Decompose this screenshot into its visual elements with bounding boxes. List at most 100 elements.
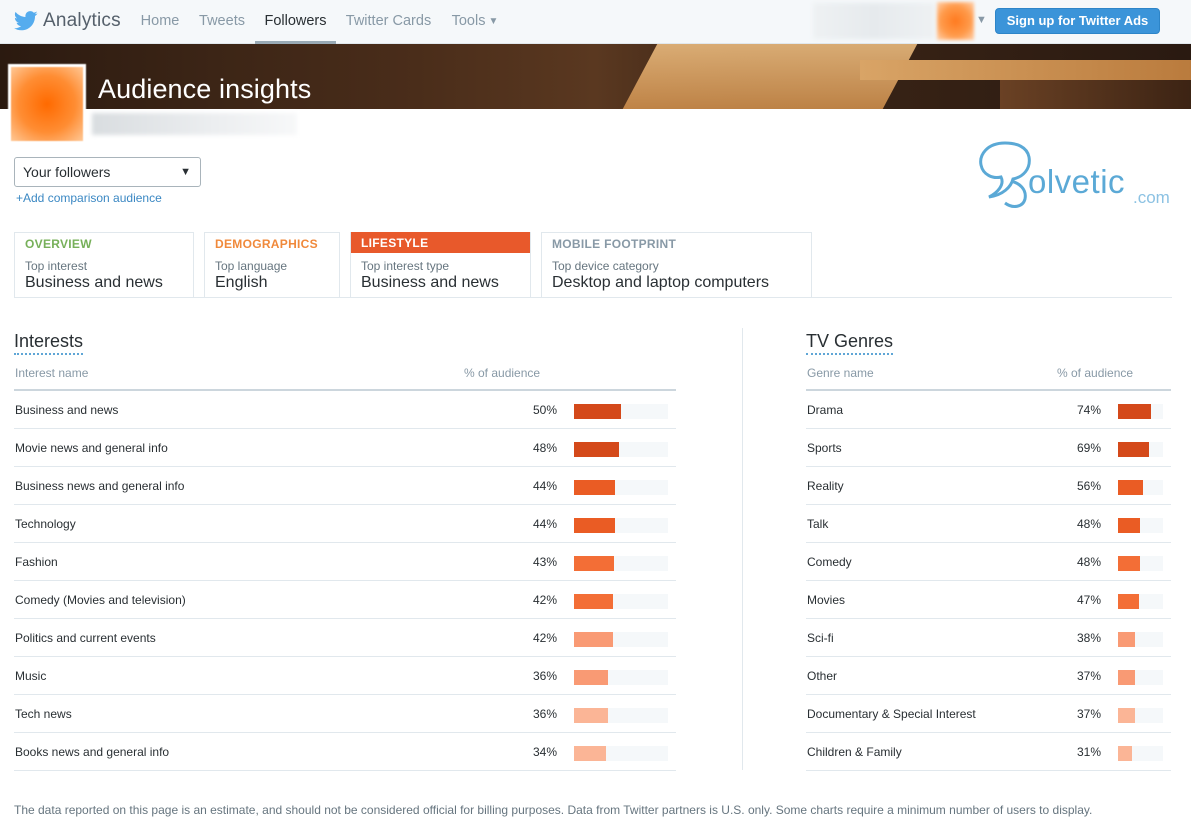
tv-genre-row: Documentary & Special Interest 37% [806,695,1171,733]
tv-genre-row-name: Drama [807,403,844,417]
interest-bar-fill [574,670,608,685]
interest-bar-track [574,442,668,457]
nav-tweets-label: Tweets [199,13,245,29]
interests-col-pct: % of audience [464,366,541,380]
interest-row-name: Politics and current events [15,631,156,645]
tv-genre-row-percent: 37% [1076,669,1101,683]
tv-genre-bar-track [1118,518,1163,533]
account-menu-chevron-icon[interactable]: ▼ [976,14,987,26]
interest-row: Business and news 50% [14,391,676,429]
interest-row-percent: 48% [532,441,557,455]
nav-tweets[interactable]: Tweets [191,0,253,44]
tv-genre-row-percent: 74% [1076,403,1101,417]
sign-up-twitter-ads-button[interactable]: Sign up for Twitter Ads [995,8,1160,34]
add-comparison-audience-link[interactable]: +Add comparison audience [16,191,162,205]
tv-genre-row-percent: 48% [1076,517,1101,531]
tab-overview[interactable]: OVERVIEW Top interest Business and news [14,232,194,298]
tv-genre-row-percent: 38% [1076,631,1101,645]
tv-genre-row-name: Reality [807,479,844,493]
tv-genre-bar-track [1118,746,1163,761]
tab-lifestyle-value: Business and news [361,274,499,291]
profile-handle-redacted [92,113,297,135]
interests-title[interactable]: Interests [14,331,84,355]
tab-lifestyle[interactable]: LIFESTYLE Top interest type Business and… [350,232,531,298]
tv-genre-row: Reality 56% [806,467,1171,505]
interest-row-percent: 36% [532,707,557,721]
tab-lifestyle-label: Top interest type [361,259,450,273]
tv-genre-bar-fill [1118,404,1151,419]
nav-tools[interactable]: Tools ▼ [442,0,508,44]
interest-row-name: Comedy (Movies and television) [15,593,186,607]
tv-genre-row-percent: 47% [1076,593,1101,607]
tv-genre-bar-fill [1118,518,1140,533]
interest-row: Fashion 43% [14,543,676,581]
interest-row-name: Business news and general info [15,479,185,493]
tv-genres-title[interactable]: TV Genres [806,331,894,355]
tv-genre-bar-track [1118,632,1163,647]
interest-row-name: Music [15,669,47,683]
tv-genre-row-name: Movies [807,593,846,607]
interest-bar-track [574,556,668,571]
audience-dropdown-value: Your followers [23,164,111,180]
nav-followers[interactable]: Followers [255,0,336,44]
tab-mobile-footprint-title: MOBILE FOOTPRINT [552,237,677,251]
interest-bar-track [574,708,668,723]
tv-genre-bar-fill [1118,594,1139,609]
tv-genre-row: Other 37% [806,657,1171,695]
interest-row-name: Technology [15,517,76,531]
tv-genre-row-percent: 69% [1076,441,1101,455]
tab-overview-value: Business and news [25,274,163,291]
tv-genre-row-name: Documentary & Special Interest [807,707,976,721]
interest-bar-track [574,594,668,609]
tv-genre-bar-track [1118,480,1163,495]
tv-genre-bar-fill [1118,670,1135,685]
interest-bar-fill [574,480,615,495]
interest-row-percent: 44% [532,479,557,493]
interest-row: Books news and general info 34% [14,733,676,771]
tab-lifestyle-title: LIFESTYLE [351,232,530,253]
tv-genre-bar-track [1118,670,1163,685]
interest-row-name: Tech news [15,707,72,721]
tv-genre-bar-fill [1118,632,1135,647]
account-avatar[interactable] [937,2,974,40]
interest-bar-track [574,632,668,647]
tv-genre-row: Drama 74% [806,391,1171,429]
interest-row-name: Business and news [15,403,119,417]
tab-demographics[interactable]: DEMOGRAPHICS Top language English [204,232,340,298]
tv-genre-bar-fill [1118,556,1140,571]
nav-followers-label: Followers [264,13,327,29]
tv-genre-row-percent: 56% [1076,479,1101,493]
tv-genre-row-name: Comedy [807,555,852,569]
interest-row-name: Books news and general info [15,745,170,759]
tv-genre-bar-track [1118,708,1163,723]
interest-row-name: Fashion [15,555,58,569]
nav-home[interactable]: Home [130,0,190,44]
tv-genre-row: Talk 48% [806,505,1171,543]
interest-bar-track [574,670,668,685]
interest-row: Music 36% [14,657,676,695]
tv-genre-bar-fill [1118,708,1135,723]
interest-row-percent: 34% [532,745,557,759]
interest-bar-fill [574,404,621,419]
interest-bar-fill [574,708,608,723]
tab-mobile-footprint-value: Desktop and laptop computers [552,274,770,291]
interest-row-percent: 42% [532,593,557,607]
interest-row-percent: 43% [532,555,557,569]
banner-decor [1000,80,1191,109]
nav-tools-label: Tools [451,13,486,29]
watermark-suffix: .com [1133,188,1170,207]
tv-genre-row-percent: 31% [1076,745,1101,759]
interest-bar-track [574,746,668,761]
interest-row-percent: 44% [532,517,557,531]
interest-row: Politics and current events 42% [14,619,676,657]
top-navigation-bar: Analytics Home Tweets Followers Twitter … [0,0,1191,44]
nav-twitter-cards[interactable]: Twitter Cards [339,0,438,44]
analytics-brand[interactable]: Analytics [14,9,121,33]
tab-demographics-title: DEMOGRAPHICS [215,237,318,251]
data-disclaimer: The data reported on this page is an est… [14,803,1093,817]
account-name-redacted[interactable] [813,3,935,39]
chevron-down-icon: ▼ [488,16,499,27]
audience-dropdown[interactable]: Your followers ▼ [14,157,201,187]
tab-mobile-footprint[interactable]: MOBILE FOOTPRINT Top device category Des… [541,232,812,298]
brand-name: Analytics [43,10,121,31]
